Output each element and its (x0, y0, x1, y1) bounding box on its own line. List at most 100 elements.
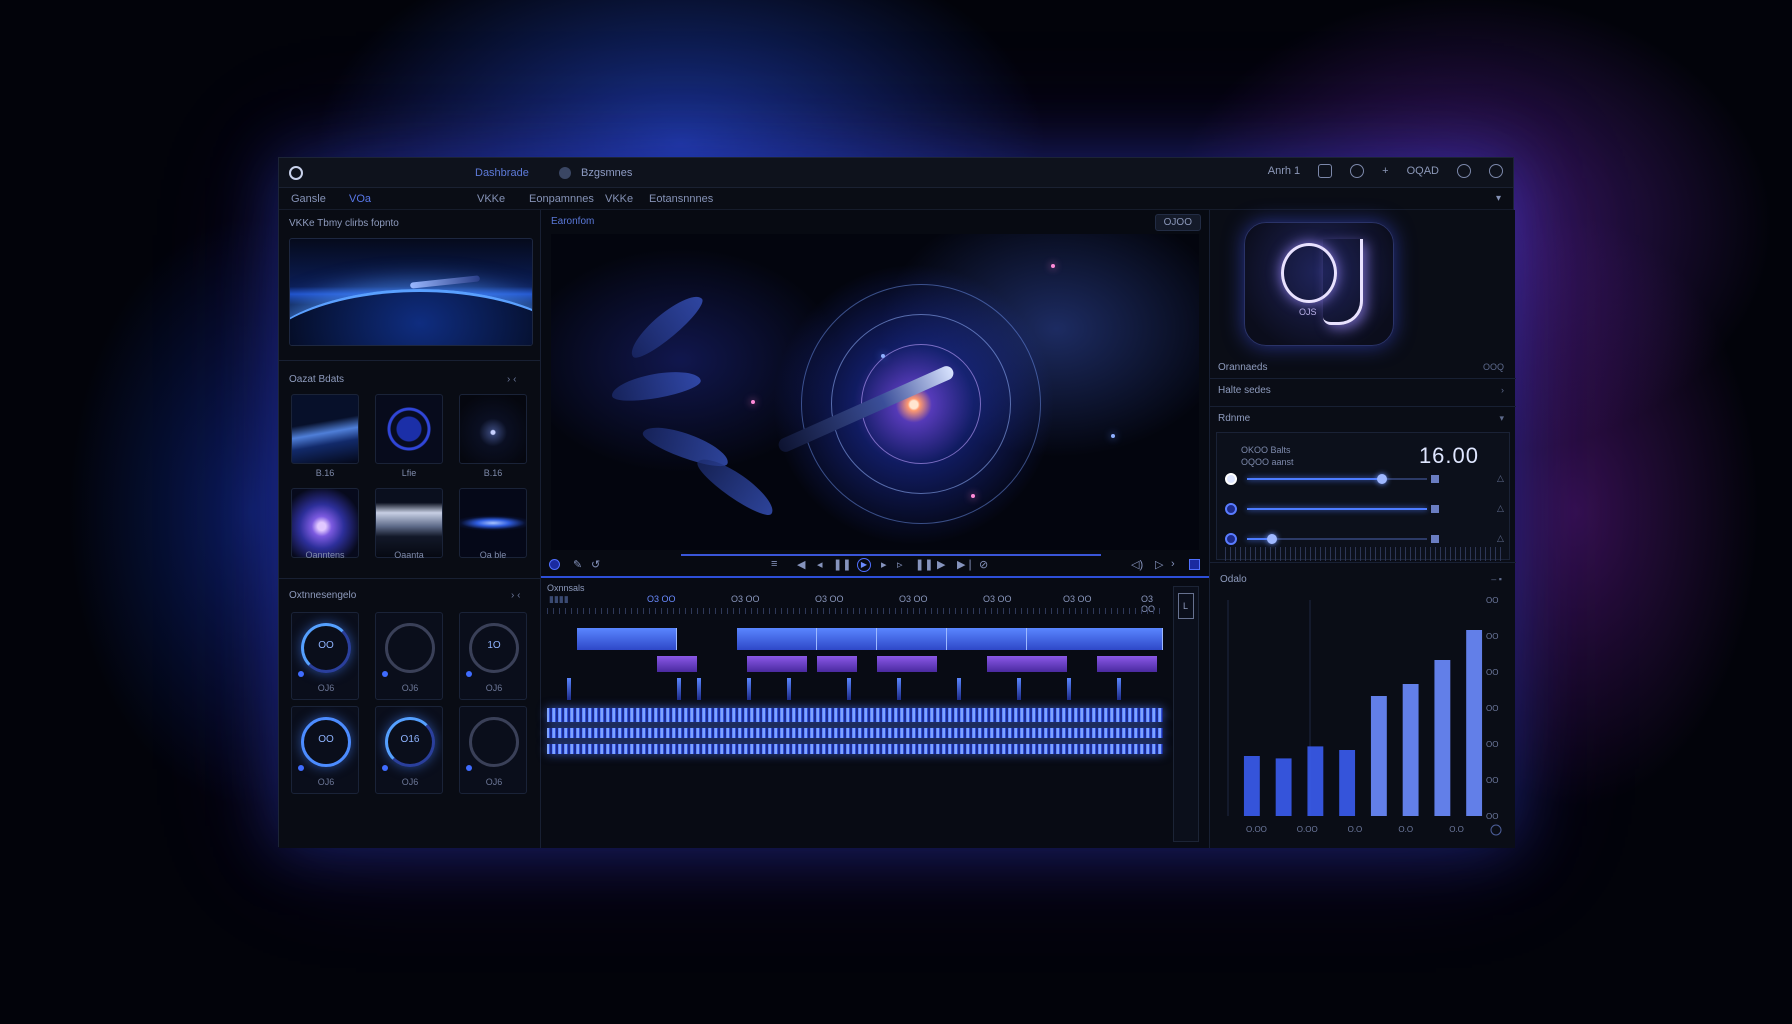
clip-thumbnail-4[interactable] (291, 488, 359, 558)
skip-back-icon[interactable]: ◀ (797, 558, 805, 571)
section-nav-arrows[interactable]: › ‹ (507, 374, 516, 385)
effect-card-4[interactable]: OO OJ6 (291, 706, 359, 794)
property-slider-2[interactable] (1247, 508, 1427, 510)
timeline[interactable]: Oxnnsals ▮▮▮▮ O3 OO O3 OO O3 OO O3 OO O3… (541, 576, 1209, 848)
preview-counter[interactable]: OJOO (1154, 214, 1201, 231)
marker[interactable] (567, 678, 571, 700)
account-label[interactable]: Anrh 1 (1268, 165, 1300, 177)
property-slider-3[interactable] (1247, 534, 1427, 544)
audio-waveform-1[interactable] (547, 708, 1163, 722)
chevron-down-icon[interactable]: ▾ (1496, 193, 1501, 204)
audio-waveform-2[interactable] (547, 728, 1163, 738)
next-frame-icon[interactable]: ▹ (897, 558, 903, 571)
chevron-right-icon[interactable]: › (1171, 558, 1175, 570)
refresh-icon[interactable]: ↺ (591, 558, 600, 571)
volume-icon[interactable]: ◁) (1131, 558, 1143, 571)
video-clip[interactable] (577, 628, 677, 650)
menu-item-2[interactable]: VOa (349, 193, 371, 205)
effect-clip[interactable] (1097, 656, 1157, 672)
video-clip[interactable] (737, 628, 817, 650)
marker-track[interactable] (547, 678, 1163, 700)
app-logo-icon[interactable] (289, 166, 303, 180)
clip-thumbnail-5[interactable] (375, 488, 443, 558)
lock-track-button[interactable] (1178, 593, 1194, 619)
marker[interactable] (1067, 678, 1071, 700)
clip-thumbnail-2[interactable] (375, 394, 443, 464)
menu-item-5[interactable]: VKKe (605, 193, 633, 205)
settings-icon[interactable] (1489, 164, 1503, 178)
pen-icon[interactable]: ✎ (573, 558, 582, 571)
effect-clip[interactable] (747, 656, 807, 672)
extra-label[interactable]: OQAD (1407, 165, 1439, 177)
effect-card-1[interactable]: OO OJ6 (291, 612, 359, 700)
marker[interactable] (847, 678, 851, 700)
step-back-icon[interactable]: ◂ (817, 558, 823, 571)
section-nav-arrows[interactable]: › ‹ (511, 590, 520, 601)
clip-thumbnail-6[interactable] (459, 488, 527, 558)
chevron-icon[interactable]: › (1501, 385, 1504, 395)
menu-item-3[interactable]: VKKe (477, 193, 505, 205)
record-icon[interactable] (549, 559, 560, 570)
audio-waveform-3[interactable] (547, 744, 1163, 754)
menu-icon[interactable]: ≡ (771, 558, 777, 570)
effect-card-3[interactable]: 1O OJ6 (459, 612, 527, 700)
effect-card-6[interactable]: OJ6 (459, 706, 527, 794)
effect-clip[interactable] (877, 656, 937, 672)
marker[interactable] (1117, 678, 1121, 700)
property-value[interactable]: 16.00 (1419, 443, 1479, 469)
chevron-down-icon[interactable]: ▾ (1499, 413, 1504, 424)
project-name[interactable]: Bzgsmnes (581, 167, 632, 179)
video-preview[interactable] (551, 234, 1199, 550)
inspector-row-3[interactable]: Rdnme ▾ (1218, 413, 1508, 424)
effect-clip[interactable] (817, 656, 857, 672)
effects-track[interactable] (547, 656, 1163, 672)
play-forward-icon[interactable]: ▶ (937, 558, 945, 571)
chart-controls[interactable]: – ▪ (1491, 574, 1502, 584)
effect-clip[interactable] (657, 656, 697, 672)
marker[interactable] (1017, 678, 1021, 700)
layout-icon[interactable] (1318, 164, 1333, 178)
link-icon[interactable] (1350, 164, 1365, 178)
pause-icon[interactable]: ❚❚ (833, 558, 851, 571)
property-slider-1[interactable] (1247, 474, 1427, 484)
pause-icon[interactable]: ❚❚ (915, 558, 933, 571)
marker[interactable] (677, 678, 681, 700)
effect-clip[interactable] (987, 656, 1067, 672)
inspector-row-2[interactable]: Halte sedes › (1218, 385, 1508, 396)
step-forward-icon[interactable]: ▸ (881, 558, 887, 571)
effect-card-2[interactable]: OJ6 (375, 612, 443, 700)
loop-icon[interactable]: ⊘ (979, 558, 988, 571)
time-ruler[interactable]: ▮▮▮▮ O3 OO O3 OO O3 OO O3 OO O3 OO O3 OO… (547, 594, 1163, 614)
globe-icon[interactable] (1457, 164, 1471, 178)
marker[interactable] (697, 678, 701, 700)
inspector-row-1[interactable]: Orannaeds OOQ (1218, 362, 1508, 373)
marker[interactable] (957, 678, 961, 700)
clip-thumbnail-1[interactable] (291, 394, 359, 464)
play-icon[interactable]: ▶ (857, 558, 871, 572)
marker[interactable] (897, 678, 901, 700)
video-clip[interactable] (947, 628, 1027, 650)
star-glow (1111, 434, 1115, 438)
menu-item-4[interactable]: Eonpamnnes (529, 193, 594, 205)
clip-thumbnail-3[interactable] (459, 394, 527, 464)
play-icon[interactable]: ▷ (1155, 558, 1163, 571)
video-clip[interactable] (877, 628, 947, 650)
chart-settings-icon[interactable] (1490, 824, 1502, 836)
effect-card-5[interactable]: O16 OJ6 (375, 706, 443, 794)
menu-item-1[interactable]: Gansle (291, 193, 326, 205)
project-logo[interactable]: OJS (1244, 222, 1394, 346)
video-clip[interactable] (817, 628, 877, 650)
monitor-icon[interactable] (1189, 559, 1200, 570)
scrub-bar[interactable] (681, 554, 1101, 556)
menu-item-6[interactable]: Eotansnnnes (649, 193, 713, 205)
skip-forward-icon[interactable]: ▶❘ (957, 558, 975, 571)
video-track[interactable] (547, 628, 1163, 650)
plus-icon[interactable]: + (1382, 165, 1388, 177)
marker[interactable] (787, 678, 791, 700)
marker[interactable] (747, 678, 751, 700)
video-clip[interactable] (1027, 628, 1163, 650)
slider-knob[interactable] (1267, 534, 1278, 544)
featured-clip-thumbnail[interactable] (289, 238, 533, 346)
clip-label-2: Lfie (401, 468, 417, 478)
slider-knob[interactable] (1377, 474, 1387, 484)
